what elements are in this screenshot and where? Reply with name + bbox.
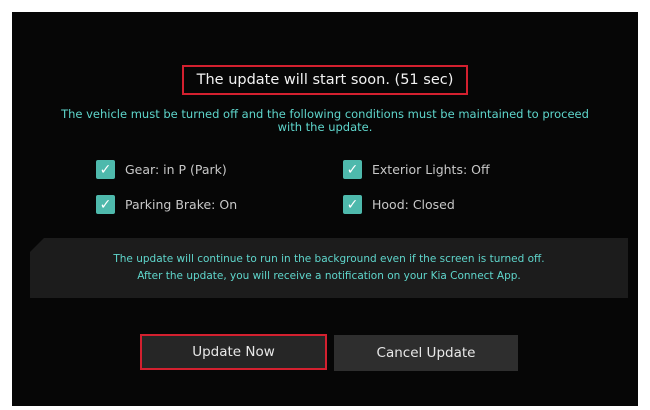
checkmark-icon: ✓: [343, 195, 362, 214]
info-line-1: The update will continue to run in the b…: [113, 253, 545, 265]
condition-label: Exterior Lights: Off: [372, 162, 490, 177]
condition-label: Gear: in P (Park): [125, 162, 227, 177]
title-text: The update will start soon. (51 sec): [196, 72, 454, 88]
condition-label: Parking Brake: On: [125, 197, 238, 212]
checkmark-icon: ✓: [96, 195, 115, 214]
condition-parking-brake: ✓ Parking Brake: On: [96, 195, 237, 214]
condition-hood: ✓ Hood: Closed: [343, 195, 455, 214]
condition-gear: ✓ Gear: in P (Park): [96, 160, 227, 179]
conditions-notice: The vehicle must be turned off and the f…: [20, 108, 630, 134]
update-countdown-title: The update will start soon. (51 sec): [182, 65, 468, 95]
checkmark-icon: ✓: [96, 160, 115, 179]
info-text: The update will continue to run in the b…: [30, 251, 628, 285]
condition-label: Hood: Closed: [372, 197, 455, 212]
notice-line-2: with the update.: [277, 120, 373, 134]
cancel-update-button[interactable]: Cancel Update: [334, 335, 518, 371]
checkmark-icon: ✓: [343, 160, 362, 179]
info-line-2: After the update, you will receive a not…: [137, 270, 521, 282]
update-now-button[interactable]: Update Now: [140, 334, 327, 370]
condition-exterior-lights: ✓ Exterior Lights: Off: [343, 160, 490, 179]
update-screen: The update will start soon. (51 sec) The…: [12, 12, 638, 406]
